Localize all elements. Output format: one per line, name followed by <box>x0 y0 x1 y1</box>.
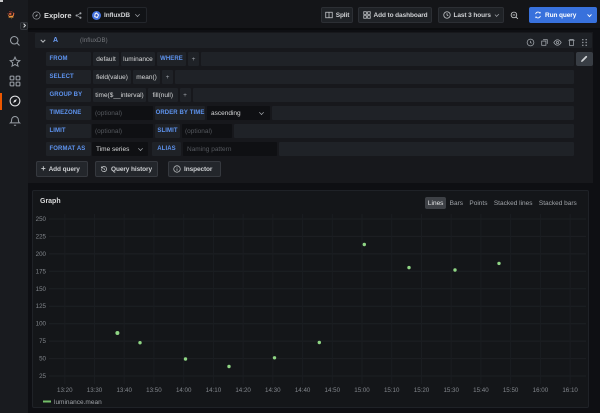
svg-text:25: 25 <box>39 373 46 380</box>
svg-text:100: 100 <box>36 321 47 328</box>
svg-text:13:30: 13:30 <box>87 387 103 394</box>
svg-text:150: 150 <box>36 286 47 293</box>
svg-text:15:10: 15:10 <box>384 387 400 394</box>
svg-text:luminance.mean: luminance.mean <box>54 399 102 406</box>
svg-text:16:00: 16:00 <box>533 387 549 394</box>
svg-text:14:50: 14:50 <box>325 387 341 394</box>
svg-text:14:40: 14:40 <box>295 387 311 394</box>
svg-text:16:10: 16:10 <box>562 387 578 394</box>
svg-text:13:40: 13:40 <box>116 387 132 394</box>
svg-text:200: 200 <box>36 251 47 258</box>
svg-text:125: 125 <box>36 303 47 310</box>
svg-text:14:30: 14:30 <box>265 387 281 394</box>
svg-text:14:00: 14:00 <box>176 387 192 394</box>
svg-text:175: 175 <box>36 268 47 275</box>
svg-text:15:50: 15:50 <box>503 387 519 394</box>
svg-text:13:20: 13:20 <box>57 387 73 394</box>
svg-text:15:30: 15:30 <box>443 387 459 394</box>
svg-text:15:00: 15:00 <box>354 387 370 394</box>
svg-text:13:50: 13:50 <box>146 387 162 394</box>
svg-text:75: 75 <box>39 338 46 345</box>
svg-text:14:10: 14:10 <box>206 387 222 394</box>
svg-text:15:40: 15:40 <box>473 387 489 394</box>
svg-text:225: 225 <box>36 233 47 240</box>
svg-text:250: 250 <box>36 216 47 223</box>
svg-text:15:20: 15:20 <box>414 387 430 394</box>
svg-text:50: 50 <box>39 356 46 363</box>
svg-text:14:20: 14:20 <box>235 387 251 394</box>
